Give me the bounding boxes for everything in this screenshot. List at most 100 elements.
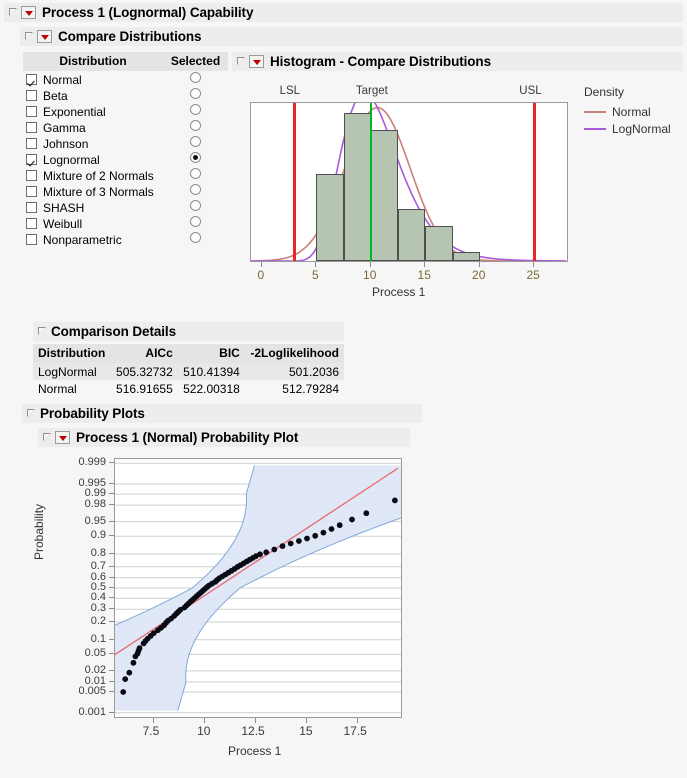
disclosure-triangle-icon[interactable] — [236, 56, 247, 67]
distribution-checkbox[interactable] — [26, 137, 37, 149]
data-point — [271, 546, 278, 553]
distribution-checkbox[interactable] — [26, 105, 37, 117]
histogram-bar[interactable] — [343, 113, 371, 261]
probability-y-axis-label: Probability — [32, 503, 46, 560]
limit-label-lsl: LSL — [279, 85, 301, 97]
process-capability-panel-header[interactable]: Process 1 (Lognormal) Capability — [4, 3, 683, 22]
red-triangle-menu-icon[interactable] — [55, 431, 70, 444]
distribution-checkbox[interactable] — [26, 121, 37, 133]
axis-tick-mark — [260, 262, 262, 267]
y-axis-tick-label: 0.8 — [90, 547, 106, 559]
red-triangle-menu-icon[interactable] — [249, 55, 264, 68]
distribution-checkbox[interactable] — [26, 201, 37, 213]
distribution-row[interactable]: Exponential — [23, 103, 228, 119]
distribution-checkbox[interactable] — [26, 169, 37, 181]
distribution-checkbox[interactable] — [26, 217, 37, 229]
y-axis-tick-label: 0.95 — [84, 514, 106, 527]
x-axis-tick-label: 7.5 — [142, 724, 160, 738]
data-point — [392, 497, 398, 504]
histogram-plot-frame[interactable] — [250, 92, 568, 262]
legend-label: LogNormal — [612, 122, 671, 136]
distribution-checkbox[interactable] — [26, 153, 37, 165]
distribution-label: Weibull — [43, 216, 83, 231]
distribution-radio[interactable] — [190, 104, 201, 115]
compare-distributions-panel-header[interactable]: Compare Distributions — [20, 27, 683, 46]
data-point — [263, 549, 270, 556]
distribution-radio[interactable] — [190, 168, 201, 179]
distribution-radio[interactable] — [190, 232, 201, 243]
distribution-row[interactable]: Weibull — [23, 215, 228, 231]
table-row[interactable]: Normal 516.91655 522.00318 512.79284 — [33, 380, 344, 397]
distribution-label: Exponential — [43, 104, 106, 119]
axis-tick-mark — [152, 718, 154, 723]
x-axis-tick-label: 25 — [526, 268, 540, 282]
distribution-row[interactable]: Mixture of 3 Normals — [23, 183, 228, 199]
table-cell: 501.2036 — [244, 363, 344, 380]
limit-line-target — [369, 103, 373, 261]
distribution-radio[interactable] — [190, 200, 201, 211]
disclosure-triangle-icon[interactable] — [37, 326, 48, 337]
data-point — [126, 669, 133, 676]
axis-tick-mark — [306, 718, 308, 723]
distribution-row[interactable]: Gamma — [23, 119, 228, 135]
data-point — [279, 543, 286, 549]
histogram-bar[interactable] — [398, 208, 426, 261]
distribution-row[interactable]: Beta — [23, 87, 228, 103]
distribution-radio[interactable] — [190, 184, 201, 195]
axis-tick-mark — [254, 718, 256, 723]
distribution-row[interactable]: Lognormal — [23, 151, 228, 167]
histogram-panel-header[interactable]: Histogram - Compare Distributions — [232, 52, 683, 71]
probability-plot-graphics — [0, 462, 550, 714]
distribution-row[interactable]: Mixture of 2 Normals — [23, 167, 228, 183]
histogram-bar[interactable] — [316, 173, 344, 261]
histogram-bar[interactable] — [425, 226, 453, 261]
normal-probability-plot-chart: Probability 0.001 0.005 0.01 0.02 0.05 0.1 0.2… — [0, 452, 550, 778]
legend-item[interactable]: Normal — [584, 105, 671, 119]
y-axis-tick-label: 0.98 — [84, 498, 106, 511]
histogram-bar[interactable] — [452, 252, 480, 261]
table-cell: LogNormal — [33, 363, 111, 380]
y-axis-tick-label: 0.999 — [78, 456, 106, 469]
axis-tick-mark — [478, 262, 480, 267]
distribution-label: Lognormal — [43, 152, 100, 167]
distribution-radio[interactable] — [190, 136, 201, 147]
distribution-row[interactable]: Johnson — [23, 135, 228, 151]
comparison-details-panel-header[interactable]: Comparison Details — [33, 322, 344, 341]
distribution-checkbox[interactable] — [26, 185, 37, 197]
distribution-radio[interactable] — [190, 88, 201, 99]
disclosure-triangle-icon[interactable] — [24, 31, 35, 42]
column-header: AICc — [110, 344, 178, 363]
distribution-radio[interactable] — [190, 72, 201, 83]
distribution-radio[interactable] — [190, 216, 201, 227]
distribution-checkbox[interactable] — [26, 89, 37, 101]
distribution-checkbox[interactable] — [26, 233, 37, 245]
probability-plot-frame[interactable] — [0, 458, 550, 718]
distribution-row[interactable]: Normal — [23, 71, 228, 87]
distribution-row[interactable]: SHASH — [23, 199, 228, 215]
disclosure-triangle-icon[interactable] — [42, 432, 53, 443]
disclosure-triangle-icon[interactable] — [8, 7, 19, 18]
y-axis-tick-label: 0.01 — [84, 674, 106, 687]
red-triangle-menu-icon[interactable] — [37, 30, 52, 43]
y-axis-tick-label: 0.05 — [84, 647, 106, 660]
distribution-checkbox[interactable] — [26, 73, 37, 85]
data-point — [257, 551, 263, 558]
distribution-radio[interactable] — [190, 120, 201, 131]
probability-plots-panel-header[interactable]: Probability Plots — [22, 404, 422, 423]
red-triangle-menu-icon[interactable] — [21, 6, 36, 19]
legend-item[interactable]: LogNormal — [584, 122, 671, 136]
data-point — [312, 532, 319, 539]
normal-probability-plot-panel-header[interactable]: Process 1 (Normal) Probability Plot — [38, 428, 410, 447]
table-row[interactable]: LogNormal 505.32732 510.41394 501.2036 — [33, 363, 344, 380]
histogram-bar[interactable] — [370, 130, 399, 261]
column-header: Distribution — [33, 344, 111, 363]
data-point — [120, 689, 127, 695]
disclosure-triangle-icon[interactable] — [26, 408, 37, 419]
axis-tick-mark — [203, 718, 205, 723]
axis-tick-mark — [315, 262, 317, 267]
axis-tick-mark — [357, 718, 359, 723]
data-point — [296, 538, 302, 544]
distribution-radio[interactable] — [190, 152, 201, 163]
distribution-row[interactable]: Nonparametric — [23, 231, 228, 247]
x-axis-tick-label: 10 — [363, 268, 377, 282]
